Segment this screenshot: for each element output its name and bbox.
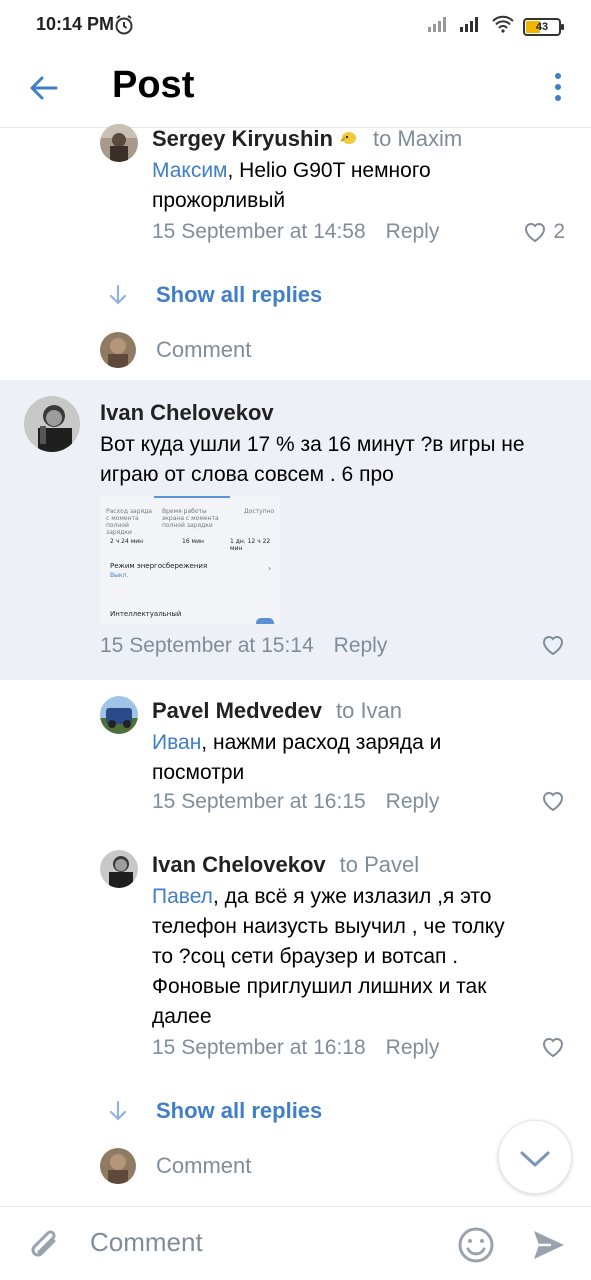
comment-date: 15 September at 14:58 bbox=[152, 220, 366, 243]
arrow-down-icon bbox=[109, 1100, 127, 1121]
reply-button[interactable]: Reply bbox=[386, 1036, 440, 1060]
comment-text: , нажми расход заряда и bbox=[201, 731, 442, 754]
comment-input-row[interactable]: Comment bbox=[100, 1148, 251, 1184]
comment-text: Фоновые приглушил лишних и так bbox=[152, 975, 487, 998]
comment-composer: Comment bbox=[0, 1206, 591, 1280]
comment-3: Pavel Medvedev to Ivan Иван, нажми расхо… bbox=[0, 696, 591, 826]
heart-icon bbox=[542, 636, 564, 656]
like-button[interactable] bbox=[541, 634, 565, 656]
reply-to[interactable]: to Pavel bbox=[340, 852, 420, 878]
show-all-label: Show all replies bbox=[156, 1098, 323, 1123]
comment-date: 15 September at 15:14 bbox=[100, 634, 314, 657]
comment-author[interactable]: Ivan Chelovekov bbox=[152, 852, 326, 878]
comment-author[interactable]: Sergey Kiryushin bbox=[152, 126, 333, 152]
comment-date: 15 September at 16:18 bbox=[152, 1036, 366, 1059]
show-all-label: Show all replies bbox=[156, 282, 323, 307]
setting-state: Выкл. bbox=[110, 572, 129, 579]
attached-image[interactable]: Расход заряда с момента полной зарядки В… bbox=[100, 496, 280, 624]
like-button[interactable]: 2 bbox=[523, 220, 565, 244]
avatar bbox=[100, 332, 136, 368]
show-all-replies-button[interactable]: Show all replies bbox=[108, 282, 322, 308]
more-menu-icon[interactable] bbox=[553, 72, 563, 102]
comment-text: телефон наизусть выучил , че толку bbox=[152, 915, 505, 938]
alarm-icon bbox=[114, 14, 134, 41]
comment-placeholder: Comment bbox=[156, 1153, 252, 1178]
comment-text: посмотри bbox=[152, 761, 245, 784]
comment-text: прожорливый bbox=[152, 189, 286, 212]
tab-indicator bbox=[154, 496, 230, 498]
comment-text: далее bbox=[152, 1005, 212, 1028]
stat-value: 16 мин bbox=[182, 538, 204, 545]
comment-text: Вот куда ушли 17 % за 16 минут ?в игры н… bbox=[100, 433, 525, 456]
mention-link[interactable]: Максим bbox=[152, 159, 228, 182]
like-button[interactable] bbox=[541, 1036, 565, 1058]
like-count: 2 bbox=[553, 220, 565, 243]
chevron-right-icon: › bbox=[268, 564, 272, 573]
stat-label: Доступно bbox=[244, 508, 275, 515]
battery-icon: 43 bbox=[523, 17, 564, 36]
reply-button[interactable]: Reply bbox=[386, 790, 440, 814]
scroll-down-button[interactable] bbox=[498, 1120, 572, 1194]
wifi-icon bbox=[491, 15, 515, 38]
comment-2: Ivan Chelovekov Вот куда ушли 17 % за 16… bbox=[0, 396, 591, 676]
setting-label: Режим энергосбережения bbox=[110, 562, 208, 570]
battery-level: 43 bbox=[535, 20, 549, 33]
setting-label: Интеллектуальный bbox=[110, 610, 182, 618]
comment-text: играю от слова совсем . 6 про bbox=[100, 463, 394, 486]
signal-icon-1 bbox=[427, 15, 451, 38]
avatar bbox=[100, 1148, 136, 1184]
comment-author[interactable]: Ivan Chelovekov bbox=[100, 400, 274, 425]
heart-icon bbox=[542, 1038, 564, 1058]
comment-1: Sergey Kiryushin to Maxim Максим, Helio … bbox=[0, 124, 591, 254]
page-title: Post bbox=[112, 64, 195, 106]
comment-input[interactable]: Comment bbox=[90, 1227, 203, 1258]
signal-icon-2 bbox=[459, 15, 483, 38]
comment-date: 15 September at 16:15 bbox=[152, 790, 366, 813]
reply-button[interactable]: Reply bbox=[386, 220, 440, 244]
attach-icon[interactable] bbox=[26, 1225, 64, 1270]
stat-label: Время работы экрана с момента полной зар… bbox=[162, 508, 219, 529]
heart-icon bbox=[542, 792, 564, 812]
reply-to[interactable]: to Ivan bbox=[336, 698, 402, 724]
reply-to[interactable]: to Maxim bbox=[373, 126, 462, 152]
comment-4: Ivan Chelovekov to Pavel Павел, да всё я… bbox=[0, 850, 591, 1070]
show-all-replies-button[interactable]: Show all replies bbox=[108, 1098, 322, 1124]
comment-input-row[interactable]: Comment bbox=[100, 332, 251, 368]
app-bar: Post bbox=[0, 54, 591, 128]
comment-author[interactable]: Pavel Medvedev bbox=[152, 698, 322, 724]
stat-label: Расход заряда с момента полной зарядки bbox=[106, 508, 152, 536]
heart-icon bbox=[525, 223, 546, 243]
chevron-down-icon bbox=[520, 1151, 550, 1167]
toggle-icon bbox=[256, 618, 274, 624]
status-bar: 10:14 PM 43 bbox=[0, 0, 591, 54]
emoji-icon[interactable] bbox=[456, 1225, 496, 1270]
back-arrow-icon[interactable] bbox=[26, 70, 62, 106]
stat-value: 2 ч 24 мин bbox=[110, 538, 144, 545]
arrow-down-icon bbox=[109, 284, 127, 305]
mention-link[interactable]: Иван bbox=[152, 731, 201, 754]
stat-value: 1 дн. 12 ч 22 мин bbox=[230, 538, 271, 552]
like-button[interactable] bbox=[541, 790, 565, 812]
comment-text: , Helio G90T немного bbox=[227, 159, 431, 182]
send-icon[interactable] bbox=[530, 1227, 568, 1268]
emoji-icon bbox=[339, 129, 359, 150]
comment-placeholder: Comment bbox=[156, 337, 252, 362]
mention-link[interactable]: Павел bbox=[152, 885, 213, 908]
reply-button[interactable]: Reply bbox=[334, 634, 388, 658]
comment-text: то ?соц сети браузер и вотсап . bbox=[152, 945, 459, 968]
status-time: 10:14 PM bbox=[36, 14, 115, 34]
comment-text: , да всё я уже излазил ,я это bbox=[212, 885, 492, 908]
